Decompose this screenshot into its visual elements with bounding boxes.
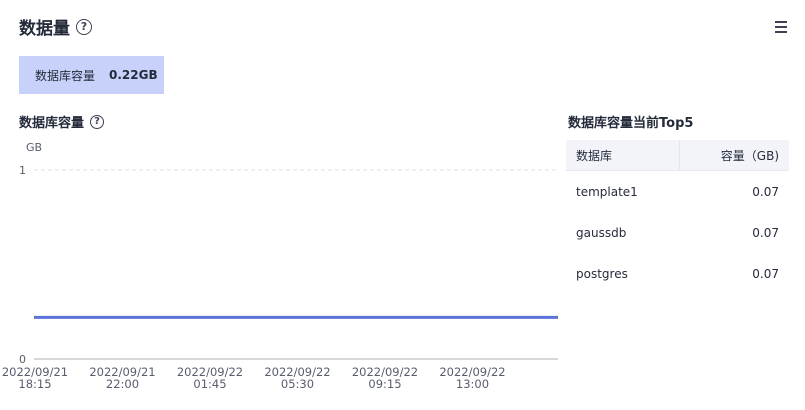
x-tick-label-time: 05:30 [281, 377, 314, 391]
summary-value: 0.22GB [109, 68, 158, 82]
x-tick-label-time: 13:00 [456, 377, 489, 391]
table-header-row: 数据库 容量（GB) [566, 140, 789, 171]
row-database-name: postgres [576, 266, 628, 281]
row-database-name: template1 [576, 184, 638, 199]
capacity-line-chart: GB102022/09/2118:152022/09/2122:002022/0… [2, 141, 558, 391]
chart-section-title: 数据库容量 ? [19, 112, 105, 131]
x-tick-label-time: 18:15 [18, 377, 51, 391]
capacity-summary-card: 数据库容量 0.22GB [19, 56, 164, 94]
y-axis-unit-label: GB [26, 141, 42, 154]
capacity-chart: GB 1 0 2022/09/21 18:15 2022/09/21 22:00 2022/0… [0, 135, 565, 405]
table-row: gaussdb 0.07 [566, 212, 789, 253]
column-header-database[interactable]: 数据库 [566, 140, 681, 171]
chart-section-title-text: 数据库容量 [19, 116, 85, 131]
row-capacity-value: 0.07 [752, 225, 779, 240]
page-title-text: 数据量 [19, 19, 70, 39]
table-row: template1 0.07 [566, 171, 789, 213]
row-database-name: gaussdb [576, 225, 627, 240]
row-capacity-value: 0.07 [752, 184, 779, 199]
table-row: postgres 0.07 [566, 253, 789, 294]
column-header-capacity[interactable]: 容量（GB) [679, 140, 789, 171]
top5-title: 数据库容量当前Top5 [568, 116, 694, 131]
y-tick-label: 1 [19, 164, 26, 177]
x-tick-label-time: 01:45 [193, 377, 226, 391]
top5-table: 数据库 容量（GB) template1 0.07 gaussdb 0.07 p… [566, 140, 789, 294]
menu-icon[interactable] [775, 21, 787, 33]
help-icon[interactable]: ? [90, 114, 105, 129]
page-title: 数据量 ? [19, 14, 92, 39]
x-tick-label-time: 22:00 [106, 377, 139, 391]
summary-label: 数据库容量 [35, 68, 96, 83]
x-tick-label-time: 09:15 [368, 377, 401, 391]
help-icon[interactable]: ? [76, 18, 92, 35]
row-capacity-value: 0.07 [752, 266, 779, 281]
